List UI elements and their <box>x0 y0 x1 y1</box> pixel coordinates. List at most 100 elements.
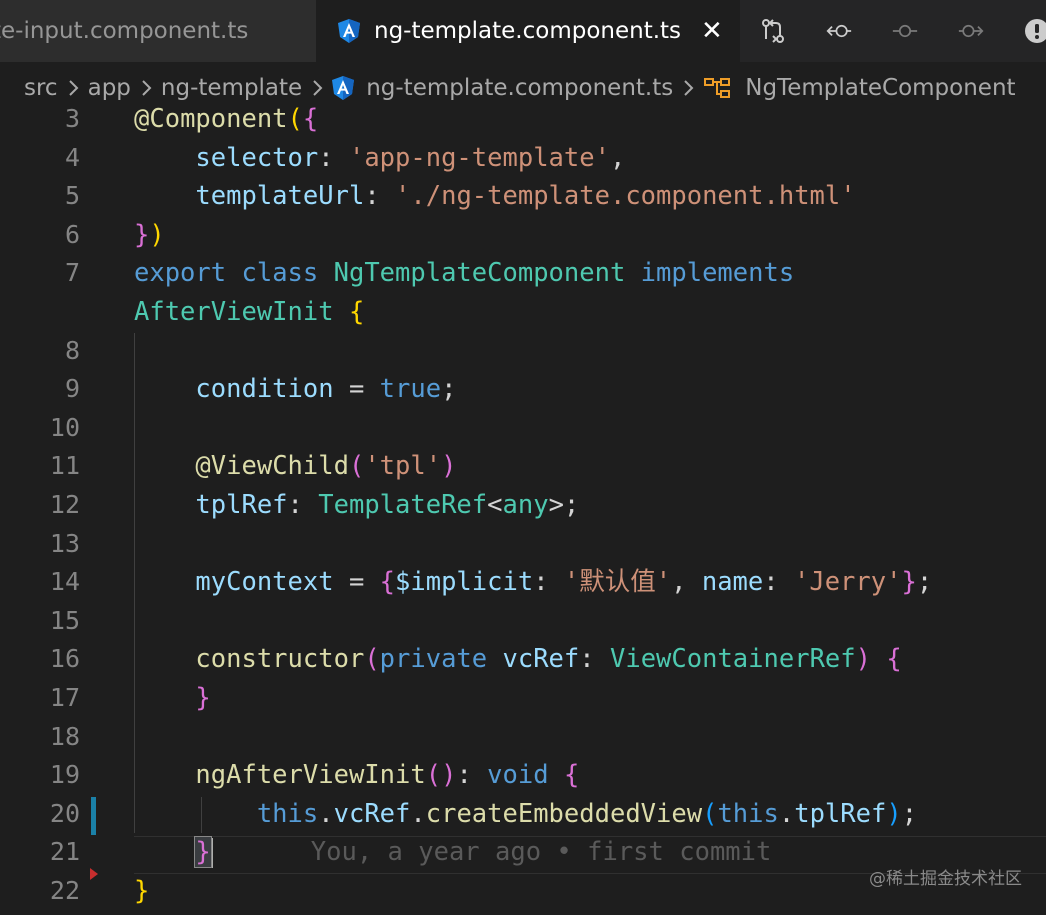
code-token: ; <box>901 798 918 829</box>
code-token: : <box>763 567 794 598</box>
chevron-right-icon <box>67 79 79 97</box>
code-token: true <box>379 374 442 405</box>
go-back-icon[interactable] <box>826 18 852 44</box>
code-token: { <box>348 297 365 327</box>
breadcrumb-item-symbol[interactable]: NgTemplateComponent <box>745 75 1015 101</box>
chevron-right-icon <box>311 79 323 97</box>
code-token: $implicit <box>395 567 534 598</box>
code-line[interactable]: 17 } <box>0 679 1046 718</box>
code-text: ngAfterViewInit(): void { <box>134 756 579 795</box>
code-line[interactable]: 15 <box>0 602 1046 641</box>
line-number: 8 <box>64 335 80 365</box>
code-line[interactable]: 8 <box>0 332 1046 371</box>
code-token: Component <box>149 104 288 134</box>
code-line[interactable]: 20 this.vcRef.createEmbeddedView(this.tp… <box>0 795 1046 834</box>
account-icon[interactable] <box>1024 18 1046 44</box>
line-number: 11 <box>49 451 80 481</box>
code-token: ( <box>364 644 380 675</box>
code-token: < <box>487 490 503 520</box>
code-token: name <box>701 567 764 598</box>
tab-ng-template-component[interactable]: ng-template.component.ts ✕ <box>316 0 740 62</box>
tab-bar: te-input.component.ts ng-template.compon… <box>0 0 1046 62</box>
code-text: @ViewChild('tpl') <box>134 447 456 486</box>
code-line[interactable]: 5 templateUrl: './ng-template.component.… <box>0 177 1046 216</box>
code-text: export class NgTemplateComponent impleme… <box>134 254 794 293</box>
line-number: 12 <box>49 490 80 519</box>
code-line[interactable]: 18 <box>0 718 1046 757</box>
code-token: { <box>886 644 902 675</box>
angular-icon <box>338 19 360 43</box>
line-number: 4 <box>64 142 80 172</box>
code-token: myContext <box>195 567 334 598</box>
breadcrumb-item-file[interactable]: ng-template.component.ts <box>366 75 673 101</box>
code-line[interactable]: 3 @Component({ <box>0 100 1046 139</box>
watermark: @稀土掘金技术社区 <box>869 869 1022 889</box>
code-line[interactable]: 19 ngAfterViewInit(): void { <box>0 756 1046 795</box>
code-line[interactable]: 14 myContext = {$implicit: '默认值', name: … <box>0 563 1046 602</box>
code-token: ) <box>886 798 902 829</box>
code-token: ) <box>855 644 871 675</box>
chevron-right-icon <box>140 79 152 97</box>
line-number: 16 <box>49 644 80 674</box>
code-line[interactable]: AfterViewInit { <box>0 293 1046 332</box>
code-token: : <box>456 760 488 791</box>
code-line[interactable]: 4 selector: 'app-ng-template', <box>0 139 1046 178</box>
git-commit-icon[interactable] <box>892 18 918 44</box>
code-line[interactable]: 16 constructor(private vcRef: ViewContai… <box>0 640 1046 679</box>
code-token: NgTemplateComponent <box>333 258 626 289</box>
code-token: { <box>379 567 396 598</box>
line-number: 9 <box>64 374 80 404</box>
code-token: void <box>487 760 549 791</box>
code-token: templateUrl <box>195 181 365 212</box>
code-line[interactable]: 10 <box>0 409 1046 448</box>
code-token: './ng-template.component.html' <box>395 181 856 212</box>
code-token: ) <box>441 451 457 482</box>
breadcrumb-item-app[interactable]: app <box>88 75 131 101</box>
code-line[interactable]: 13 <box>0 525 1046 564</box>
code-line[interactable]: 7 export class NgTemplateComponent implem… <box>0 254 1046 293</box>
tab-te-input-component[interactable]: te-input.component.ts <box>0 0 316 62</box>
git-blame-annotation: You, a year ago • first commit <box>310 837 772 868</box>
code-token: condition <box>195 374 334 405</box>
code-token: any <box>502 490 549 520</box>
code-token: , <box>609 142 626 173</box>
code-token: export <box>134 258 227 289</box>
code-token: @ <box>134 104 150 134</box>
code-text: myContext = {$implicit: '默认值', name: 'Je… <box>134 563 932 602</box>
code-token: '默认值' <box>563 567 672 598</box>
code-token: } <box>134 876 150 906</box>
go-forward-icon[interactable] <box>958 18 984 44</box>
code-token: { <box>563 760 580 791</box>
line-number: 7 <box>64 258 80 288</box>
code-token: 'Jerry' <box>793 567 902 598</box>
breadcrumb-item-src[interactable]: src <box>24 75 58 101</box>
code-token: ( <box>348 451 365 482</box>
breadcrumb-item-ng-template[interactable]: ng-template <box>161 75 302 101</box>
code-text: condition = true; <box>134 370 456 409</box>
code-token: selector <box>195 142 319 173</box>
line-number: 17 <box>49 683 80 712</box>
code-token: } <box>195 683 211 713</box>
code-line[interactable]: 6}) <box>0 216 1046 255</box>
tab-label: te-input.component.ts <box>0 18 249 44</box>
code-token: ( <box>702 798 718 829</box>
code-line[interactable]: 12 tplRef: TemplateRef<any>; <box>0 486 1046 525</box>
code-line[interactable]: 9 condition = true; <box>0 370 1046 409</box>
code-text: this.vcRef.createEmbeddedView(this.tplRe… <box>134 795 917 834</box>
code-line[interactable]: 11 @ViewChild('tpl') <box>0 447 1046 486</box>
code-token: 'tpl' <box>364 451 442 482</box>
line-number: 10 <box>49 412 80 442</box>
code-editor[interactable]: 3 @Component({4 selector: 'app-ng-templat… <box>0 100 1046 915</box>
git-compare-icon[interactable] <box>760 18 786 44</box>
code-token: AfterViewInit <box>134 297 334 327</box>
close-icon[interactable]: ✕ <box>701 18 723 44</box>
